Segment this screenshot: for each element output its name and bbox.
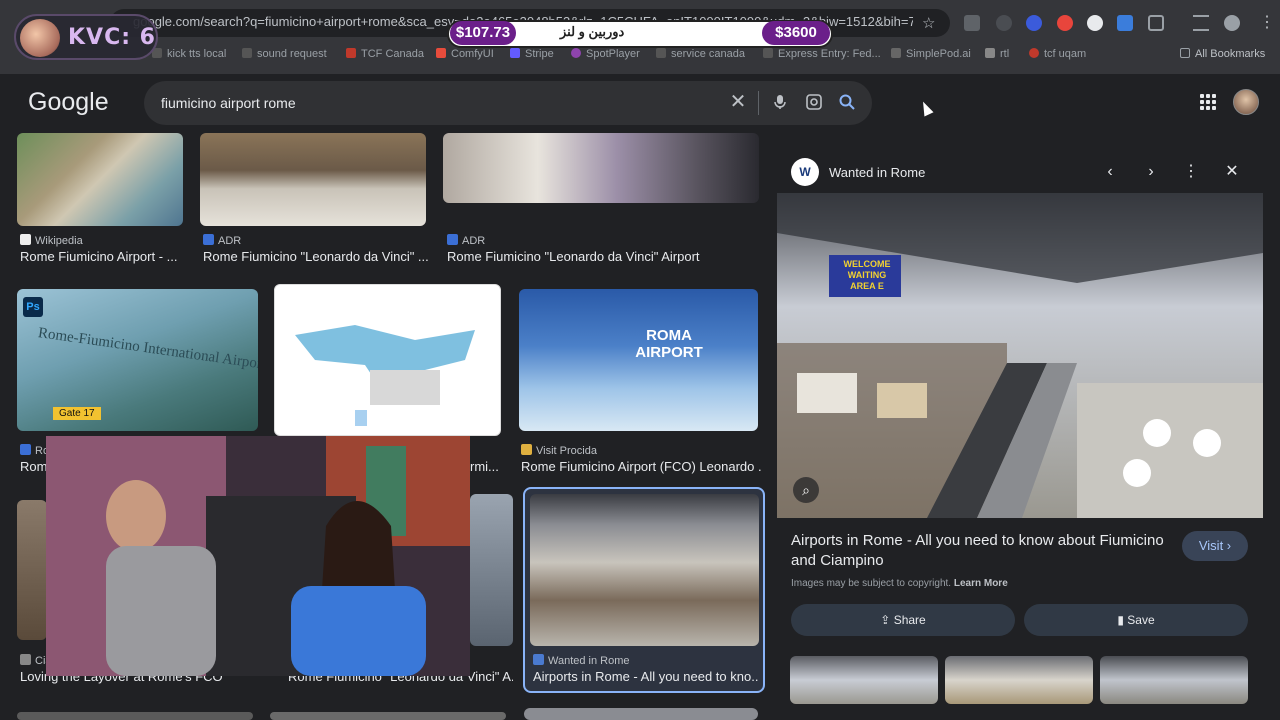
bookmark-icon: ▮: [1117, 613, 1124, 627]
lens-icon[interactable]: [805, 93, 823, 111]
divider: [758, 91, 759, 115]
puzzle-icon[interactable]: [1148, 15, 1164, 31]
panel-title[interactable]: Airports in Rome - All you need to know …: [791, 531, 1171, 571]
bookmark-item[interactable]: kick tts local: [152, 48, 226, 60]
result-thumbnail[interactable]: [470, 494, 513, 646]
result-thumbnail[interactable]: [17, 500, 47, 640]
result-source[interactable]: Visit Procida: [521, 444, 597, 457]
more-options-icon[interactable]: ⋮: [1182, 163, 1200, 181]
result-thumbnail[interactable]: [270, 712, 506, 720]
learn-more-link[interactable]: Learn More: [954, 578, 1008, 589]
profile-icon[interactable]: [1224, 15, 1240, 31]
shield-extension-icon[interactable]: [1026, 15, 1042, 31]
airport-map: [295, 325, 475, 426]
google-logo[interactable]: Google: [28, 88, 109, 117]
visit-button[interactable]: Visit ›: [1182, 531, 1248, 561]
close-icon[interactable]: ✕: [1223, 163, 1241, 181]
apps-icon[interactable]: [1200, 94, 1216, 110]
chevron-left-icon[interactable]: ‹: [1101, 163, 1119, 181]
thumbnail-caption: ROMA AIRPORT: [635, 327, 703, 361]
streamer-avatar: [20, 19, 60, 57]
mic-icon[interactable]: [771, 93, 789, 111]
chevron-right-icon[interactable]: ›: [1142, 163, 1160, 181]
search-input[interactable]: fiumicino airport rome: [161, 95, 296, 111]
bookmark-item[interactable]: Stripe: [510, 48, 554, 60]
copyright-notice: Images may be subject to copyright. Lear…: [791, 578, 1008, 589]
preview-image[interactable]: WELCOME WAITING AREA E: [777, 193, 1263, 518]
result-thumbnail[interactable]: [524, 708, 758, 720]
result-title[interactable]: Rome Fiumicino "Leonardo da Vinci" Airpo…: [447, 249, 757, 264]
result-thumbnail[interactable]: [530, 494, 759, 646]
bookmark-item[interactable]: sound request: [242, 48, 327, 60]
goal-target: $3600: [762, 21, 830, 45]
result-title[interactable]: rmi...: [470, 459, 500, 474]
goal-text: دوربین و لنز: [560, 24, 625, 39]
related-image[interactable]: [1100, 656, 1248, 704]
kvc-label: KVC: 6: [68, 25, 156, 50]
result-thumbnail[interactable]: [443, 133, 759, 203]
bookmark-item[interactable]: service canada: [656, 48, 745, 60]
mic-extension-icon[interactable]: [996, 15, 1012, 31]
record-extension-icon[interactable]: [1057, 15, 1073, 31]
share-button[interactable]: ⇪ Share: [791, 604, 1015, 636]
reading-list-icon[interactable]: [1193, 15, 1209, 31]
related-image[interactable]: [790, 656, 938, 704]
bookmark-item[interactable]: tcf uqam: [1029, 48, 1086, 60]
account-avatar[interactable]: [1233, 89, 1259, 115]
save-button[interactable]: ▮ Save: [1024, 604, 1248, 636]
bookmark-item[interactable]: SpotPlayer: [571, 48, 640, 60]
webcam-overlay: [46, 436, 470, 676]
bookmark-item[interactable]: ComfyUI: [436, 48, 494, 60]
share-icon: ⇪: [880, 613, 891, 627]
result-title[interactable]: Rome Fiumicino Airport (FCO) Leonardo ..…: [521, 459, 761, 474]
bookmark-item[interactable]: rtl: [985, 48, 1009, 60]
related-image[interactable]: [945, 656, 1093, 704]
result-thumbnail[interactable]: ROMA AIRPORT: [519, 289, 758, 431]
play-extension-icon[interactable]: [1087, 15, 1103, 31]
bookmark-item[interactable]: Express Entry: Fed...: [763, 48, 881, 60]
result-source[interactable]: ADR: [203, 234, 241, 247]
source-favicon: W: [791, 158, 819, 186]
result-thumbnail[interactable]: [274, 284, 501, 436]
photoshop-icon: Ps: [23, 297, 43, 317]
search-icon[interactable]: [838, 93, 856, 111]
result-source[interactable]: ADR: [447, 234, 485, 247]
result-title[interactable]: Rome Fiumicino "Leonardo da Vinci" ...: [203, 249, 428, 264]
extension-icon[interactable]: [964, 15, 980, 31]
result-thumbnail[interactable]: [17, 712, 253, 720]
bookmark-star-icon[interactable]: ☆: [922, 14, 935, 32]
bookmark-item[interactable]: SimplePod.ai: [891, 48, 971, 60]
result-thumbnail[interactable]: [17, 133, 183, 226]
kvc-badge: KVC: 6: [14, 14, 158, 60]
menu-icon[interactable]: ⋮: [1259, 12, 1275, 32]
visual-search-icon[interactable]: ⌕: [793, 477, 819, 503]
bookmark-item[interactable]: TCF Canada: [346, 48, 424, 60]
result-thumbnail[interactable]: [200, 133, 426, 226]
panel-source-name[interactable]: Wanted in Rome: [829, 165, 925, 180]
result-title[interactable]: Rome Fiumicino Airport - ...: [20, 249, 185, 264]
result-title[interactable]: Airports in Rome - All you need to kno..…: [533, 669, 758, 684]
thumbnail-caption: Gate 17: [53, 407, 101, 420]
result-source[interactable]: Wanted in Rome: [533, 654, 630, 667]
thumbnail-caption: Rome-Fiumicino International Airport: [37, 325, 258, 373]
all-bookmarks[interactable]: All Bookmarks: [1180, 48, 1265, 60]
result-source[interactable]: Wikipedia: [20, 234, 83, 247]
goal-current: $107.73: [450, 21, 516, 45]
result-thumbnail[interactable]: Ps Rome-Fiumicino International Airport …: [17, 289, 258, 431]
mouse-cursor: [918, 99, 934, 117]
airport-sign: WELCOME WAITING AREA E: [843, 259, 891, 291]
clear-icon[interactable]: ✕: [729, 92, 747, 112]
counter-extension-icon[interactable]: [1117, 15, 1133, 31]
